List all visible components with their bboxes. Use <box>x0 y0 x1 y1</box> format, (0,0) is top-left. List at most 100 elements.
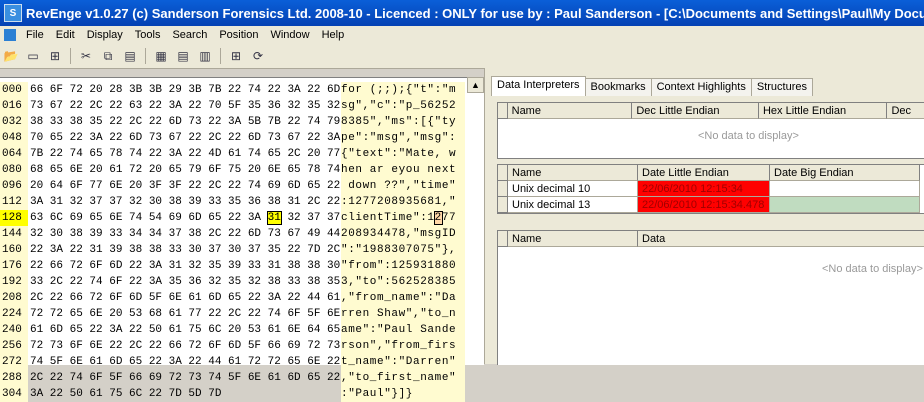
hex-row[interactable]: 032 38 33 38 35 22 2C 22 6D 73 22 3A 5B 7… <box>0 114 466 130</box>
hex-row[interactable]: 080 68 65 6E 20 61 72 20 65 79 6F 75 20 6… <box>0 162 466 178</box>
hex-bytes[interactable]: 32 30 38 39 33 34 34 37 38 2C 22 6D 73 6… <box>30 226 342 242</box>
hex-bytes[interactable]: 72 72 65 6E 20 53 68 61 77 22 2C 22 74 6… <box>30 306 342 322</box>
hex-row[interactable]: 256 72 73 6F 6E 22 2C 22 66 72 6F 6D 5F 6… <box>0 338 466 354</box>
hex-row[interactable]: 192 33 2C 22 74 6F 22 3A 35 36 32 35 32 3… <box>0 274 466 290</box>
menu-help[interactable]: Help <box>316 29 351 41</box>
ascii-text[interactable]: t_name":"Darren" <box>341 354 465 370</box>
ascii-text[interactable]: :1277208935681," <box>341 194 465 210</box>
ascii-text[interactable]: 3,"to":562528385 <box>341 274 465 290</box>
col-dec[interactable]: Dec <box>887 103 924 119</box>
menu-file[interactable]: File <box>20 29 50 41</box>
hex-bytes[interactable]: 22 66 72 6F 6D 22 3A 31 32 35 39 33 31 3… <box>30 258 342 274</box>
hex-bytes[interactable]: 38 33 38 35 22 2C 22 6D 73 22 3A 5B 7B 2… <box>30 114 342 130</box>
hex-row[interactable]: 144 32 30 38 39 33 34 34 37 38 2C 22 6D 7… <box>0 226 466 242</box>
col-date-be[interactable]: Date Big Endian <box>770 165 920 181</box>
menu-position[interactable]: Position <box>213 29 264 41</box>
hex-bytes[interactable]: 68 65 6E 20 61 72 20 65 79 6F 75 20 6E 6… <box>30 162 342 178</box>
open-file-icon[interactable]: 📂 <box>2 47 20 65</box>
ascii-text[interactable]: "from":125931880 <box>341 258 465 274</box>
hex-offset: 256 <box>0 338 28 354</box>
hex-bytes[interactable]: 2C 22 74 6F 5F 66 69 72 73 74 5F 6E 61 6… <box>30 370 342 386</box>
tile-vertical-icon[interactable]: ▥ <box>196 47 214 65</box>
hex-row[interactable]: 048 70 65 22 3A 22 6D 73 67 22 2C 22 6D 7… <box>0 130 466 146</box>
ascii-text[interactable]: 208934478,"msgID <box>341 226 465 242</box>
ascii-text[interactable]: pe":"msg","msg": <box>341 130 465 146</box>
col-name[interactable]: Name <box>507 103 633 119</box>
hex-bytes[interactable]: 74 5F 6E 61 6D 65 22 3A 22 44 61 72 72 6… <box>30 354 342 370</box>
col-hex-le[interactable]: Hex Little Endian <box>758 103 888 119</box>
hex-bytes[interactable]: 3A 22 50 61 75 6C 22 7D 5D 7D <box>30 386 342 402</box>
refresh-icon[interactable]: ⟳ <box>249 47 267 65</box>
ascii-text[interactable]: 8385","ms":[{"ty <box>341 114 465 130</box>
hex-bytes[interactable]: 73 67 22 2C 22 63 22 3A 22 70 5F 35 36 3… <box>30 98 342 114</box>
hex-row[interactable]: 208 2C 22 66 72 6F 6D 5F 6E 61 6D 65 22 3… <box>0 290 466 306</box>
paste-icon[interactable]: ▤ <box>121 47 139 65</box>
hex-bytes[interactable]: 63 6C 69 65 6E 74 54 69 6D 65 22 3A 31 3… <box>30 210 342 226</box>
ascii-text[interactable]: sg","c":"p_56252 <box>341 98 465 114</box>
ascii-text[interactable]: clientTime":1277 <box>341 210 465 226</box>
menu-app-icon[interactable] <box>4 29 16 41</box>
hex-row[interactable]: 160 22 3A 22 31 39 38 38 33 30 37 30 37 3… <box>0 242 466 258</box>
hex-row[interactable]: 096 20 64 6F 77 6E 20 3F 3F 22 2C 22 74 6… <box>0 178 466 194</box>
ascii-text[interactable]: ,"from_name":"Da <box>341 290 465 306</box>
ascii-text[interactable]: for (;;);{"t":"m <box>341 82 465 98</box>
menu-edit[interactable]: Edit <box>50 29 81 41</box>
hex-row[interactable]: 000 66 6F 72 20 28 3B 3B 29 3B 7B 22 74 2… <box>0 82 466 98</box>
grid-icon[interactable]: ⊞ <box>227 47 245 65</box>
selected-byte[interactable]: 31 <box>266 211 282 225</box>
hex-row[interactable]: 128 63 6C 69 65 6E 74 54 69 6D 65 22 3A 3… <box>0 210 466 226</box>
hex-editor-pane[interactable]: 000 66 6F 72 20 28 3B 3B 29 3B 7B 22 74 2… <box>0 77 484 402</box>
ascii-cursor[interactable]: 2 <box>433 211 443 225</box>
menu-window[interactable]: Window <box>264 29 315 41</box>
tile-horizontal-icon[interactable]: ▤ <box>174 47 192 65</box>
col-date-le[interactable]: Date Little Endian <box>638 165 770 181</box>
hex-row[interactable]: 224 72 72 65 6E 20 53 68 61 77 22 2C 22 7… <box>0 306 466 322</box>
hex-bytes[interactable]: 70 65 22 3A 22 6D 73 67 22 2C 22 6D 73 6… <box>30 130 342 146</box>
tab-context-highlights[interactable]: Context Highlights <box>650 78 752 96</box>
tab-bookmarks[interactable]: Bookmarks <box>584 78 652 96</box>
menu-tools[interactable]: Tools <box>129 29 167 41</box>
hex-bytes[interactable]: 20 64 6F 77 6E 20 3F 3F 22 2C 22 74 69 6… <box>30 178 342 194</box>
ascii-text[interactable]: :"Paul"}]} <box>341 386 465 402</box>
table-row[interactable]: Unix decimal 13 22/06/2010 12:15:34.478 <box>498 197 924 213</box>
col-data[interactable]: Data <box>638 231 924 247</box>
col-dec-le[interactable]: Dec Little Endian <box>632 103 759 119</box>
hex-row[interactable]: 064 7B 22 74 65 78 74 22 3A 22 4D 61 74 6… <box>0 146 466 162</box>
hex-row[interactable]: 240 61 6D 65 22 3A 22 50 61 75 6C 20 53 6… <box>0 322 466 338</box>
tab-data-interpreters[interactable]: Data Interpreters <box>491 76 586 96</box>
hex-row[interactable]: 304 3A 22 50 61 75 6C 22 7D 5D 7D:"Paul"}… <box>0 386 466 402</box>
ascii-text[interactable]: hen ar eyou next <box>341 162 465 178</box>
ascii-text[interactable]: rson","from_firs <box>341 338 465 354</box>
hex-bytes[interactable]: 33 2C 22 74 6F 22 3A 35 36 32 35 32 38 3… <box>30 274 342 290</box>
tab-structures[interactable]: Structures <box>750 78 813 96</box>
open-drive-icon[interactable]: ▭ <box>24 47 42 65</box>
scroll-up-icon[interactable]: ▲ <box>467 77 484 93</box>
ascii-text[interactable]: ":"1988307075"}, <box>341 242 465 258</box>
network-icon[interactable]: ⊞ <box>46 47 64 65</box>
hex-bytes[interactable]: 61 6D 65 22 3A 22 50 61 75 6C 20 53 61 6… <box>30 322 342 338</box>
menu-display[interactable]: Display <box>81 29 129 41</box>
copy-icon[interactable]: ⧉ <box>99 47 117 65</box>
hex-bytes[interactable]: 2C 22 66 72 6F 6D 5F 6E 61 6D 65 22 3A 2… <box>30 290 342 306</box>
menu-search[interactable]: Search <box>166 29 213 41</box>
col-name[interactable]: Name <box>508 165 638 181</box>
ascii-text[interactable]: ame":"Paul Sande <box>341 322 465 338</box>
ascii-text[interactable]: {"text":"Mate, w <box>341 146 465 162</box>
hex-bytes[interactable]: 7B 22 74 65 78 74 22 3A 22 4D 61 74 65 2… <box>30 146 342 162</box>
table-row[interactable]: Unix decimal 10 22/06/2010 12:15:34 <box>498 181 924 197</box>
ascii-text[interactable]: rren Shaw","to_n <box>341 306 465 322</box>
hex-bytes[interactable]: 22 3A 22 31 39 38 38 33 30 37 30 37 35 2… <box>30 242 342 258</box>
ascii-text[interactable]: ,"to_first_name" <box>341 370 465 386</box>
hex-row[interactable]: 288 2C 22 74 6F 5F 66 69 72 73 74 5F 6E 6… <box>0 370 466 386</box>
hex-row[interactable]: 272 74 5F 6E 61 6D 65 22 3A 22 44 61 72 7… <box>0 354 466 370</box>
hex-row[interactable]: 016 73 67 22 2C 22 63 22 3A 22 70 5F 35 3… <box>0 98 466 114</box>
hex-bytes[interactable]: 3A 31 32 37 37 32 30 38 39 33 35 36 38 3… <box>30 194 342 210</box>
tile-cascade-icon[interactable]: ▦ <box>152 47 170 65</box>
col-name[interactable]: Name <box>508 231 638 247</box>
hex-row[interactable]: 176 22 66 72 6F 6D 22 3A 31 32 35 39 33 3… <box>0 258 466 274</box>
hex-row[interactable]: 112 3A 31 32 37 37 32 30 38 39 33 35 36 3… <box>0 194 466 210</box>
ascii-text[interactable]: down ??","time" <box>341 178 465 194</box>
hex-bytes[interactable]: 66 6F 72 20 28 3B 3B 29 3B 7B 22 74 22 3… <box>30 82 342 98</box>
cut-icon[interactable]: ✂ <box>77 47 95 65</box>
hex-bytes[interactable]: 72 73 6F 6E 22 2C 22 66 72 6F 6D 5F 66 6… <box>30 338 342 354</box>
